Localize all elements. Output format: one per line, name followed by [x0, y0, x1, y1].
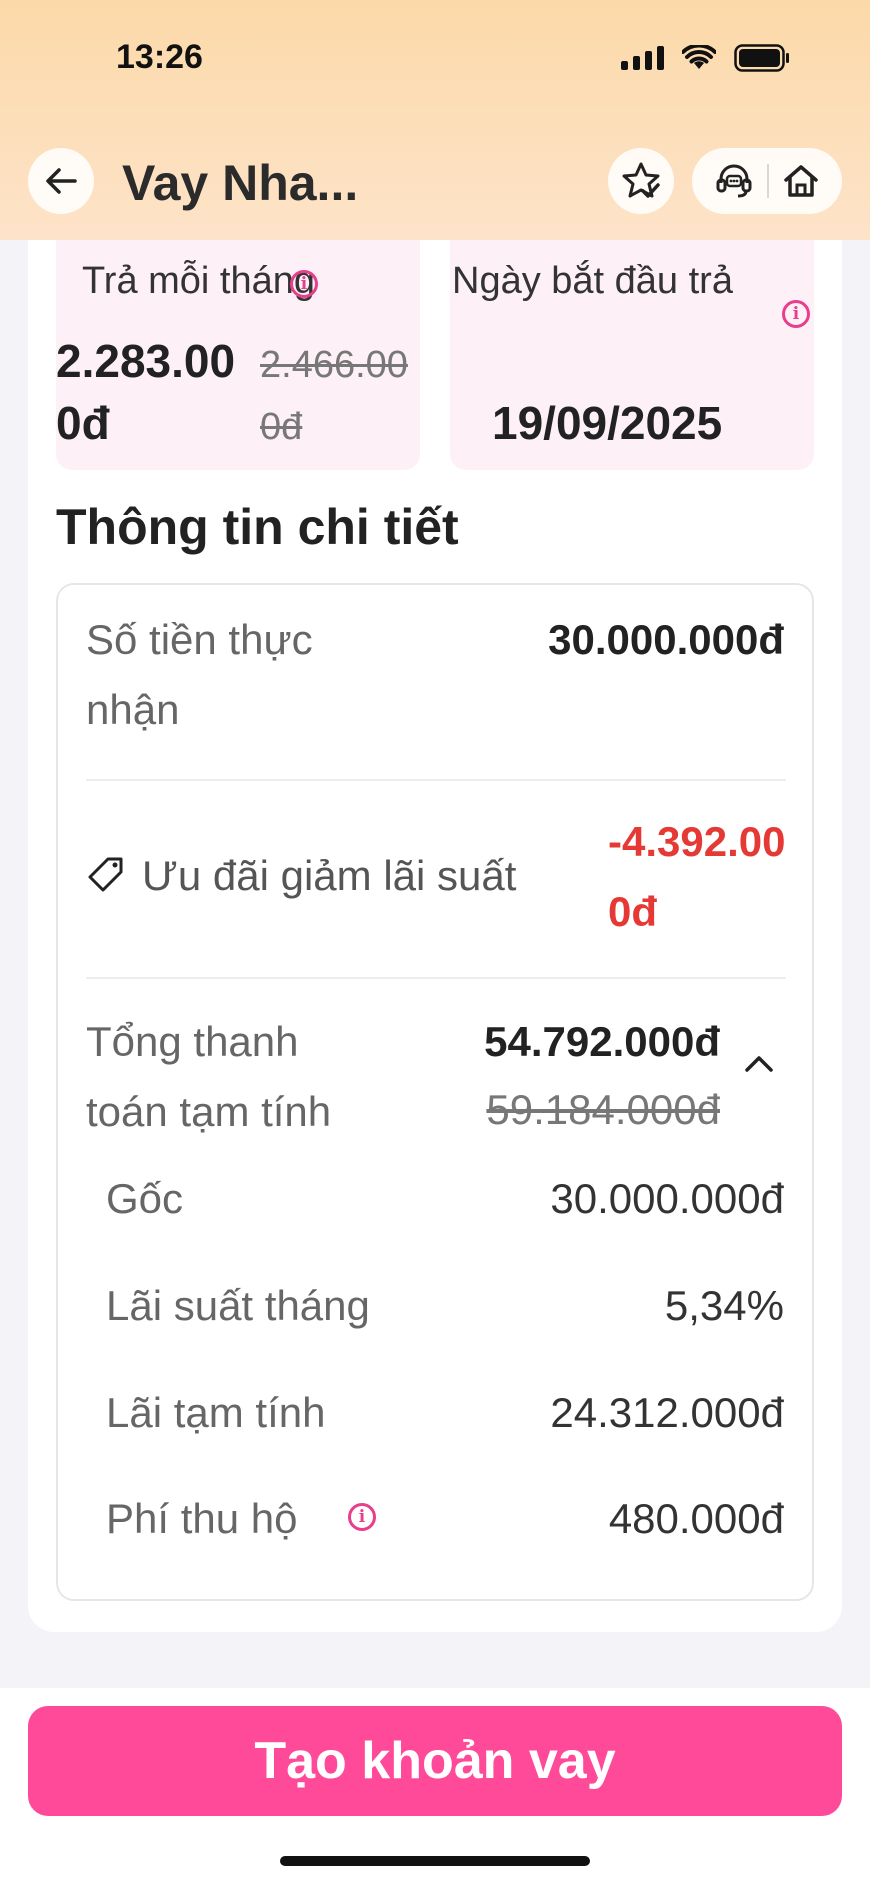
- info-icon[interactable]: i: [782, 300, 810, 328]
- monthly-amount: 2.283.000đ: [56, 335, 236, 449]
- signal-icon: [621, 46, 664, 70]
- home-indicator: [280, 1856, 590, 1866]
- pill-divider: [766, 164, 769, 198]
- monthly-old-amount: 2.466.000đ: [260, 344, 408, 448]
- received-value: 30.000.000đ: [548, 616, 784, 663]
- monthly-rate-value: 5,34%: [664, 1282, 784, 1329]
- discount-value: -4.392.000đ: [608, 818, 786, 935]
- battery-icon: [734, 44, 790, 72]
- app-header: 13:26 Vay Nha...: [0, 0, 870, 240]
- tag-icon: [88, 857, 123, 892]
- monthly-rate-label: Lãi suất tháng: [106, 1282, 370, 1329]
- received-label: Số tiền thực nhận: [86, 616, 313, 733]
- header-actions-pill: [692, 148, 842, 214]
- section-title: Thông tin chi tiết: [56, 499, 459, 555]
- start-date-label: Ngày bắt đầu trả: [452, 260, 733, 302]
- discount-label: Ưu đãi giảm lãi suất: [142, 852, 517, 899]
- total-row-toggle[interactable]: Tổng thanh toán tạm tính 54.792.000đ 59.…: [58, 995, 816, 1145]
- collection-fee-value: 480.000đ: [608, 1495, 784, 1542]
- principal-label: Gốc: [106, 1175, 184, 1222]
- back-button[interactable]: [28, 148, 94, 214]
- page-title: Vay Nha...: [122, 155, 359, 211]
- create-loan-button[interactable]: Tạo khoản vay: [28, 1706, 842, 1816]
- total-value: 54.792.000đ: [484, 1018, 720, 1065]
- start-date-value: 19/09/2025: [492, 397, 723, 449]
- principal-value: 30.000.000đ: [550, 1175, 784, 1222]
- wifi-icon: [682, 45, 716, 71]
- status-icons: [621, 44, 790, 72]
- chevron-up-icon: [745, 1056, 773, 1072]
- monthly-payment-tile: Trả mỗi tháng i 2.283.000đ 2.466.000đ: [56, 220, 420, 470]
- monthly-payment-label: Trả mỗi tháng: [82, 260, 316, 302]
- estimated-interest-value: 24.312.000đ: [550, 1389, 784, 1436]
- info-icon[interactable]: i: [348, 1503, 376, 1531]
- support-button[interactable]: [714, 161, 754, 201]
- back-arrow-icon: [46, 168, 77, 194]
- divider: [86, 977, 786, 979]
- loan-summary-card: Trả mỗi tháng i 2.283.000đ 2.466.000đ Ng…: [28, 200, 842, 1632]
- detail-box: Số tiền thực nhận 30.000.000đ Ưu đãi giả…: [56, 583, 814, 1601]
- star-check-icon: [622, 162, 660, 198]
- total-old-value: 59.184.000đ: [486, 1086, 720, 1133]
- start-date-tile: Ngày bắt đầu trả i 19/09/2025: [450, 220, 814, 470]
- nav-row: Vay Nha...: [0, 142, 870, 218]
- status-time: 13:26: [116, 38, 203, 76]
- support-headset-icon: [716, 164, 752, 198]
- divider: [86, 779, 786, 781]
- home-button[interactable]: [782, 162, 820, 200]
- status-bar: 13:26: [0, 0, 870, 120]
- total-label: Tổng thanh toán tạm tính: [86, 1018, 332, 1135]
- collection-fee-label: Phí thu hộ: [106, 1495, 298, 1542]
- bottom-bar: Tạo khoản vay: [0, 1688, 870, 1884]
- favorite-button[interactable]: [608, 148, 674, 214]
- info-icon[interactable]: i: [290, 270, 318, 298]
- estimated-interest-label: Lãi tạm tính: [106, 1389, 326, 1436]
- home-icon: [783, 165, 818, 197]
